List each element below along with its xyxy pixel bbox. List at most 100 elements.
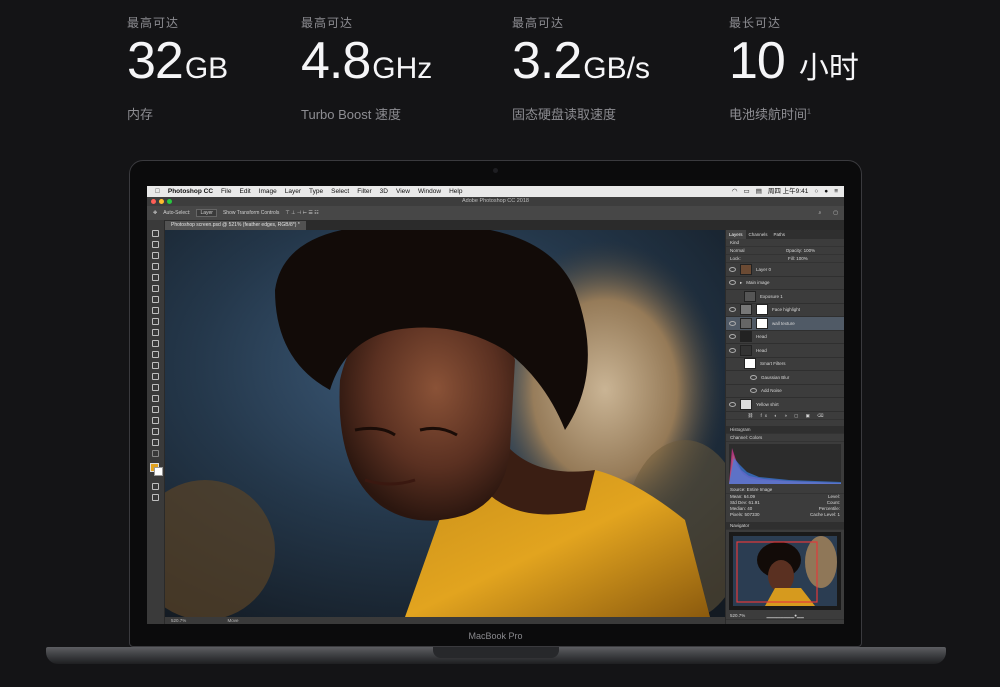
menu-app-name[interactable]: Photoshop CC (168, 186, 213, 197)
layer-filter-row: Kind (726, 239, 844, 247)
navigator-zoom[interactable]: 520.7% (730, 613, 745, 618)
quick-mask-icon[interactable] (152, 483, 159, 490)
history-brush-tool-icon[interactable] (152, 329, 159, 336)
auto-select-target-dropdown[interactable]: Layer (196, 209, 217, 217)
smart-filter-thumbnail (744, 358, 756, 370)
visibility-eye-icon[interactable] (750, 388, 757, 394)
menu-layer[interactable]: Layer (285, 186, 301, 197)
lasso-tool-icon[interactable] (152, 252, 159, 259)
filter-kind-dropdown[interactable]: Kind (730, 240, 739, 245)
layer-row[interactable]: ▸ Main image (726, 277, 844, 290)
zoom-level[interactable]: 520.7% (171, 618, 186, 623)
visibility-eye-icon[interactable] (729, 307, 736, 313)
layer-row[interactable]: Head (726, 344, 844, 358)
blur-tool-icon[interactable] (152, 362, 159, 369)
edit-toolbar-icon[interactable] (152, 450, 159, 457)
auto-select-checkbox[interactable]: Auto-Select: (163, 210, 190, 216)
layer-actions-row[interactable]: ⛓ fx ◐ ◑ ▢ ▣ ⌫ (726, 412, 844, 420)
layer-row[interactable]: Yellow shirt (726, 398, 844, 412)
minimize-window-button[interactable] (159, 199, 164, 204)
menu-file[interactable]: File (221, 186, 231, 197)
shape-tool-icon[interactable] (152, 417, 159, 424)
layer-row[interactable]: Smart Filters (726, 358, 844, 371)
menu-image[interactable]: Image (259, 186, 277, 197)
siri-icon[interactable]: ● (824, 186, 828, 197)
zoom-window-button[interactable] (167, 199, 172, 204)
dodge-tool-icon[interactable] (152, 373, 159, 380)
navigator-preview[interactable] (729, 531, 841, 610)
eraser-tool-icon[interactable] (152, 340, 159, 347)
layer-row[interactable]: Layer 0 (726, 263, 844, 277)
align-icons[interactable]: ⊤ ⊥ ⊣ ⊢ ☰ ☷ (285, 210, 318, 216)
menu-clock[interactable]: 周四 上午9:41 (768, 186, 808, 197)
blend-mode-dropdown[interactable]: Normal (730, 248, 745, 253)
gradient-tool-icon[interactable] (152, 351, 159, 358)
layers-panel-tabs: Layers Channels Paths (726, 230, 844, 239)
layer-row[interactable]: Head (726, 331, 844, 344)
document-canvas[interactable] (165, 230, 725, 617)
screen-mode-icon[interactable] (152, 494, 159, 501)
input-source-icon[interactable]: ▤ (756, 186, 762, 197)
fill-field[interactable]: 100% (796, 256, 808, 261)
marquee-tool-icon[interactable] (152, 241, 159, 248)
visibility-eye-icon[interactable] (729, 401, 736, 407)
channel-dropdown[interactable]: Colors (749, 435, 762, 440)
healing-brush-tool-icon[interactable] (152, 296, 159, 303)
spec-number: 4.8 (301, 32, 371, 90)
menu-select[interactable]: Select (331, 186, 349, 197)
layer-row[interactable]: Exposure 1 (726, 290, 844, 304)
menu-view[interactable]: View (396, 186, 410, 197)
spec-description: Turbo Boost 速度 (301, 107, 401, 122)
menu-filter[interactable]: Filter (357, 186, 371, 197)
apple-icon[interactable]:  (155, 186, 160, 197)
spotlight-icon[interactable]: ○ (814, 186, 818, 197)
zoom-slider[interactable]: ▁▁▁▁▁▁▁▁●▁▁ (767, 613, 804, 618)
zoom-tool-icon[interactable] (152, 439, 159, 446)
background-color-swatch[interactable] (154, 467, 163, 476)
spec-caption: 最高可达 (301, 16, 354, 30)
wifi-icon[interactable]: ◠ (732, 186, 738, 197)
color-swatches[interactable] (147, 463, 164, 479)
tab-layers[interactable]: Layers (726, 230, 746, 239)
notification-center-icon[interactable]: ≡ (834, 186, 838, 197)
layer-row[interactable]: Face highlight (726, 304, 844, 317)
menu-type[interactable]: Type (309, 186, 323, 197)
move-tool-icon[interactable]: ✥ (153, 210, 157, 216)
quick-select-tool-icon[interactable] (152, 263, 159, 270)
menu-help[interactable]: Help (449, 186, 462, 197)
layer-row[interactable]: Add Noise (726, 385, 844, 398)
document-tab[interactable]: Photoshop screen.psd @ 521% (feather edg… (165, 221, 306, 230)
eyedropper-tool-icon[interactable] (152, 285, 159, 292)
search-icon[interactable]: ⌕ (818, 210, 821, 216)
navigator-thumbnail (729, 531, 841, 610)
airplay-icon[interactable]: ▭ (744, 186, 750, 197)
footnote-marker[interactable]: 1 (807, 109, 811, 116)
layer-row[interactable]: Gaussian Blur (726, 371, 844, 385)
visibility-eye-icon[interactable] (729, 266, 736, 272)
hand-tool-icon[interactable] (152, 428, 159, 435)
visibility-eye-icon[interactable] (729, 334, 736, 340)
visibility-eye-icon[interactable] (729, 280, 736, 286)
workspace-icon[interactable]: ▢ (833, 210, 838, 216)
show-transform-checkbox[interactable]: Show Transform Controls (223, 210, 279, 216)
type-tool-icon[interactable] (152, 395, 159, 402)
menu-edit[interactable]: Edit (240, 186, 251, 197)
menu-3d[interactable]: 3D (380, 186, 388, 197)
tab-paths[interactable]: Paths (771, 230, 789, 239)
move-tool-icon[interactable] (152, 230, 159, 237)
brush-tool-icon[interactable] (152, 307, 159, 314)
tab-channels[interactable]: Channels (746, 230, 771, 239)
clone-stamp-tool-icon[interactable] (152, 318, 159, 325)
navigator-header: Navigator (726, 521, 844, 530)
visibility-eye-icon[interactable] (729, 347, 736, 353)
crop-tool-icon[interactable] (152, 274, 159, 281)
menu-window[interactable]: Window (418, 186, 441, 197)
close-window-button[interactable] (151, 199, 156, 204)
source-dropdown[interactable]: Entire Image (747, 487, 773, 492)
visibility-eye-icon[interactable] (750, 374, 757, 380)
path-select-tool-icon[interactable] (152, 406, 159, 413)
layer-row[interactable]: wall texture (726, 317, 844, 331)
opacity-field[interactable]: 100% (804, 248, 816, 253)
pen-tool-icon[interactable] (152, 384, 159, 391)
visibility-eye-icon[interactable] (729, 320, 736, 326)
